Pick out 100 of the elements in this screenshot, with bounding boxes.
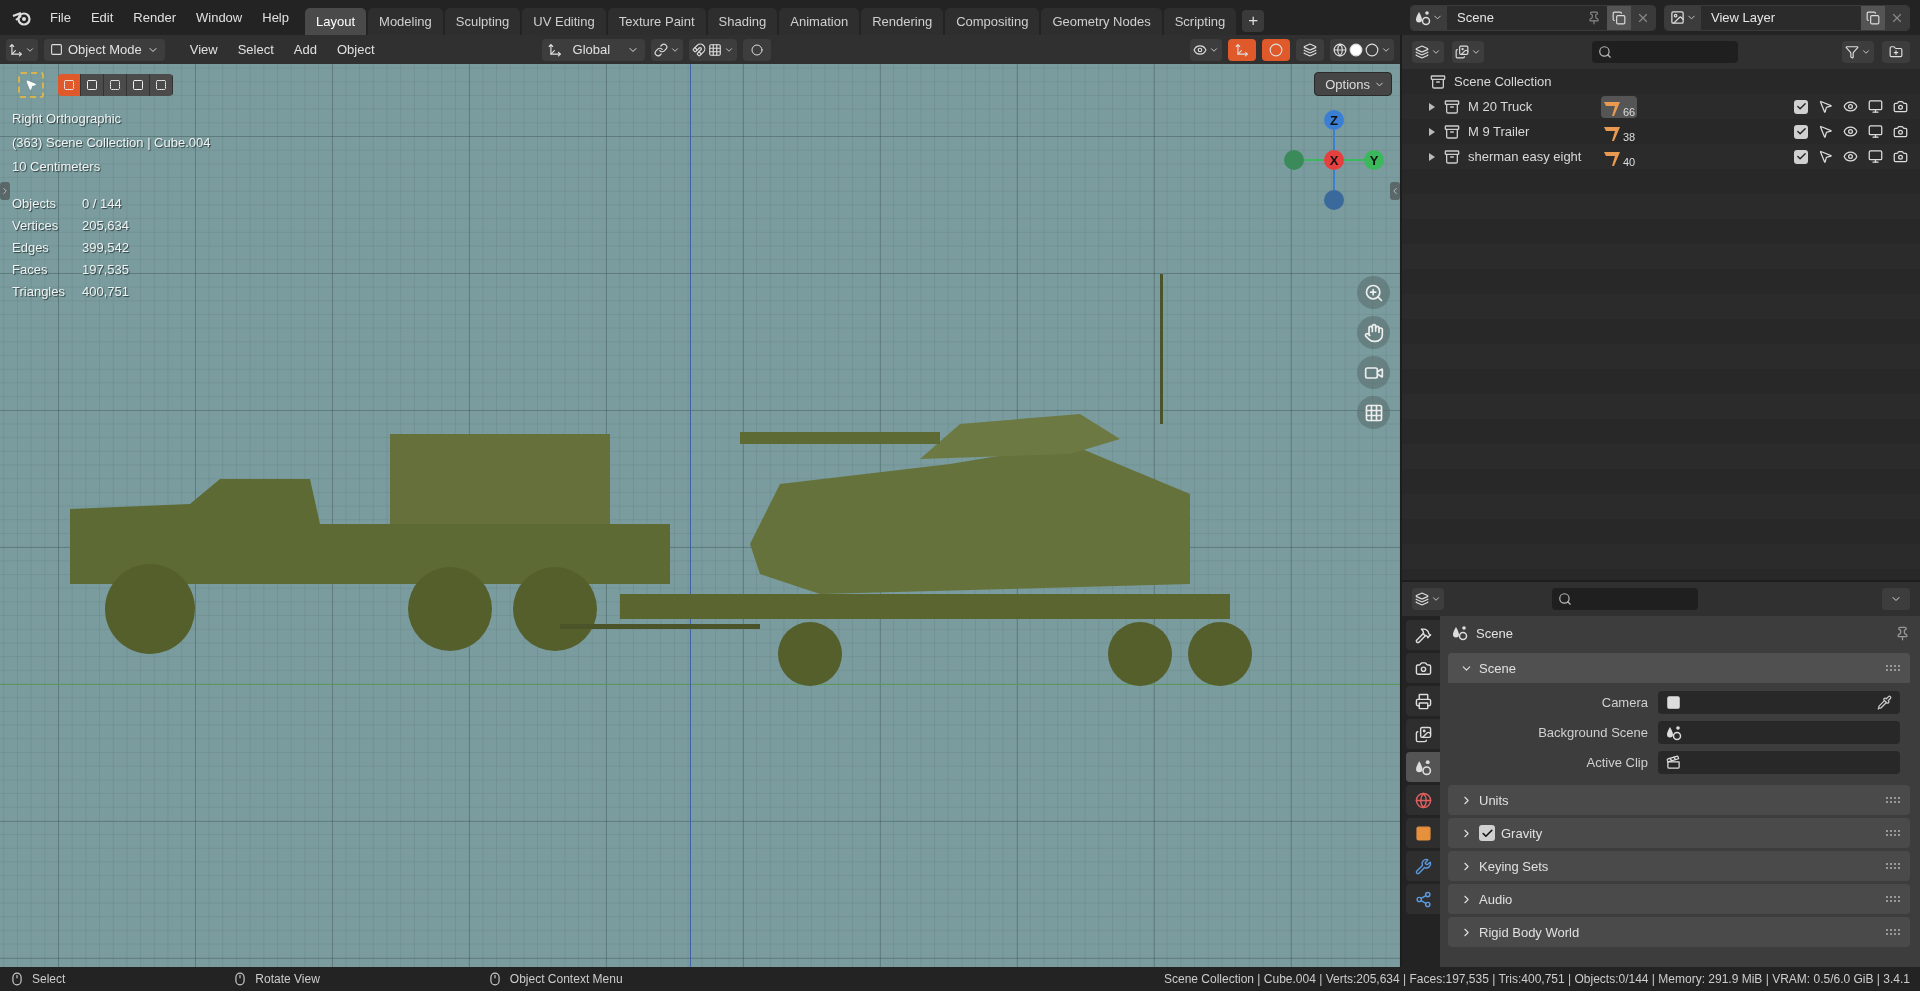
viewport[interactable]: Right Orthographic (363) Scene Collection | Cube.004 10 Centimeters Objects 0 / 144 Vertices 205,634 Edges 399,542 Faces 197,535 Triangles 400,751 Options Z X Y xyxy=(0,64,1400,967)
display-mode-button[interactable] xyxy=(1412,41,1444,63)
copy-icon[interactable] xyxy=(1612,10,1626,25)
selection-mode-button[interactable] xyxy=(81,74,104,96)
drag-handle-icon[interactable] xyxy=(1886,929,1900,935)
collapsed-arrow-icon[interactable] xyxy=(1428,102,1436,111)
snap-button[interactable] xyxy=(689,38,738,61)
particles-icon[interactable] xyxy=(1414,890,1432,908)
axis-gizmo[interactable]: Z X Y xyxy=(1282,108,1386,212)
monitor-icon[interactable] xyxy=(1868,149,1883,164)
camera-icon[interactable] xyxy=(1414,659,1432,677)
workspace-tab[interactable]: Texture Paint xyxy=(607,8,706,35)
zoom-button[interactable] xyxy=(1357,276,1390,309)
view-layer-button[interactable] xyxy=(1452,41,1484,63)
collapsed-arrow-icon[interactable] xyxy=(1428,152,1436,161)
overlay-button[interactable] xyxy=(1262,38,1290,61)
filter-button[interactable] xyxy=(1842,41,1874,63)
workspace-tab[interactable]: Animation xyxy=(779,8,860,35)
menu-item[interactable]: Render xyxy=(123,10,186,25)
outliner-item[interactable]: M 20 Truck xyxy=(1468,99,1593,114)
scene-selector[interactable]: Scene xyxy=(1410,4,1656,31)
menu-item[interactable]: Object xyxy=(329,42,382,57)
drag-handle-icon[interactable] xyxy=(1886,896,1900,902)
menu-item[interactable]: Add xyxy=(286,42,324,57)
workspace-tab[interactable]: Rendering xyxy=(861,8,944,35)
selection-mode-button[interactable] xyxy=(104,74,127,96)
panel-header[interactable]: Scene xyxy=(1448,653,1910,683)
panel-header[interactable]: Audio xyxy=(1448,884,1910,914)
eyedropper-icon[interactable] xyxy=(1877,695,1892,710)
select-tool-icon[interactable] xyxy=(18,72,44,98)
object-field[interactable] xyxy=(1658,751,1900,774)
workspace-tab[interactable]: UV Editing xyxy=(522,8,606,35)
camera-icon[interactable] xyxy=(1893,99,1908,114)
pin-icon[interactable] xyxy=(1895,625,1910,641)
object-field[interactable] xyxy=(1658,721,1900,744)
object-field[interactable] xyxy=(1658,691,1900,714)
properties-tab[interactable] xyxy=(1406,686,1440,716)
monitor-icon[interactable] xyxy=(1868,124,1883,139)
outliner-item[interactable]: Scene Collection xyxy=(1454,74,1552,89)
include-checkbox[interactable] xyxy=(1794,149,1808,164)
mode-dropdown[interactable]: Object Mode xyxy=(44,38,165,61)
wrench-icon[interactable] xyxy=(1414,857,1432,875)
properties-tab[interactable] xyxy=(1406,752,1440,782)
include-checkbox[interactable] xyxy=(1794,99,1808,114)
editor-type-button[interactable] xyxy=(6,38,38,61)
camera-icon[interactable] xyxy=(1893,124,1908,139)
visibility-button[interactable] xyxy=(1190,38,1222,61)
pin-icon[interactable] xyxy=(1587,10,1601,25)
vertex-group-count[interactable]: 38 xyxy=(1601,120,1638,143)
tool-icon[interactable] xyxy=(1414,626,1432,644)
selection-mode-button[interactable] xyxy=(150,74,173,96)
images-icon[interactable] xyxy=(1414,725,1432,743)
printer-icon[interactable] xyxy=(1414,692,1432,710)
properties-tab[interactable] xyxy=(1406,653,1440,683)
menu-item[interactable]: View xyxy=(182,42,225,57)
collapsed-arrow-icon[interactable] xyxy=(1428,127,1436,136)
panel-header[interactable]: Rigid Body World xyxy=(1448,917,1910,947)
editor-type-button[interactable] xyxy=(1412,588,1444,610)
vertex-group-count[interactable]: 40 xyxy=(1601,145,1638,168)
eye-icon[interactable] xyxy=(1843,99,1858,114)
select-icon[interactable] xyxy=(1818,124,1833,139)
menu-item[interactable]: Window xyxy=(186,10,253,25)
globe-icon[interactable] xyxy=(1414,791,1432,809)
proportional-button[interactable] xyxy=(743,38,772,61)
outliner-item[interactable]: M 9 Trailer xyxy=(1468,124,1593,139)
panel-checkbox[interactable] xyxy=(1479,825,1495,841)
drag-handle-icon[interactable] xyxy=(1886,863,1900,869)
include-checkbox[interactable] xyxy=(1794,124,1808,139)
properties-tab[interactable] xyxy=(1406,884,1440,914)
selection-mode-button[interactable] xyxy=(127,74,150,96)
copy-icon[interactable] xyxy=(1866,10,1880,25)
vertex-group-count[interactable]: 66 xyxy=(1601,95,1638,118)
options-dropdown[interactable]: Options xyxy=(1314,72,1392,96)
workspace-tab[interactable]: Modeling xyxy=(368,8,443,35)
grid-view-button[interactable] xyxy=(1357,396,1390,429)
drag-handle-icon[interactable] xyxy=(1886,830,1900,836)
properties-tab[interactable] xyxy=(1406,719,1440,749)
camera-view-button[interactable] xyxy=(1357,356,1390,389)
properties-tab[interactable] xyxy=(1406,851,1440,881)
menu-item[interactable]: Help xyxy=(252,10,299,25)
eye-icon[interactable] xyxy=(1843,149,1858,164)
view-layer-selector[interactable]: View Layer xyxy=(1664,4,1910,31)
properties-tab[interactable] xyxy=(1406,620,1440,650)
panel-header[interactable]: Units xyxy=(1448,785,1910,815)
select-icon[interactable] xyxy=(1818,149,1833,164)
panel-header[interactable]: Gravity xyxy=(1448,818,1910,848)
workspace-tab[interactable]: Scripting xyxy=(1163,8,1237,35)
workspace-tab[interactable]: Shading xyxy=(707,8,778,35)
options-button[interactable] xyxy=(1882,588,1910,610)
search-field[interactable] xyxy=(1552,588,1698,610)
select-icon[interactable] xyxy=(1818,99,1833,114)
object-icon[interactable] xyxy=(1414,824,1432,842)
selection-mode-button[interactable] xyxy=(58,74,81,96)
outliner-item[interactable]: sherman easy eight xyxy=(1468,149,1593,164)
new-collection-button[interactable] xyxy=(1882,41,1910,63)
add-workspace-button[interactable]: + xyxy=(1242,10,1265,32)
menu-item[interactable]: File xyxy=(40,10,81,25)
workspace-tab[interactable]: Geometry Nodes xyxy=(1041,8,1162,35)
panel-header[interactable]: Keying Sets xyxy=(1448,851,1910,881)
menu-item[interactable]: Edit xyxy=(80,10,124,25)
